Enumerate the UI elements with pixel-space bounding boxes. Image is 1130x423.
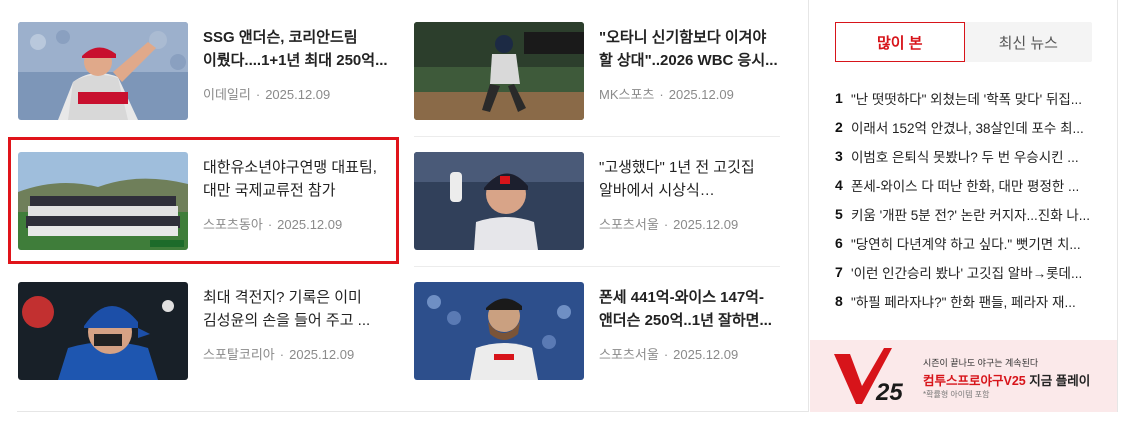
row-divider (414, 266, 780, 267)
news-card[interactable]: 대한유소년야구연맹 대표팀, 대만 국제교류전 참가 스포츠동아 · 2025.12… (18, 152, 384, 252)
rank-number: 2 (835, 118, 843, 135)
news-title[interactable]: SSG 앤더슨, 코리안드림 이뤘다....1+1년 최대 250억... (203, 26, 388, 72)
svg-text:25: 25 (875, 379, 903, 406)
news-source: MK스포츠 (599, 87, 655, 102)
news-meta: 이데일리 · 2025.12.09 (203, 84, 330, 103)
rank-headline[interactable]: "당연히 다년계약 하고 싶다." 뻣기면 치... (851, 233, 1097, 253)
ranking-item[interactable]: 1 "난 떳떳하다" 외쳤는데 '학폭 맞다' 뒤집... (835, 83, 1097, 112)
news-thumbnail[interactable] (18, 152, 188, 250)
separator-dot: · (279, 347, 285, 362)
separator-dot: · (659, 87, 664, 102)
rank-headline[interactable]: 키움 '개판 5분 전?' 논란 커지자...진화 나... (851, 204, 1097, 224)
ranking-item[interactable]: 6 "당연히 다년계약 하고 싶다." 뻣기면 치... (835, 228, 1097, 257)
news-date: 2025.12.09 (673, 217, 739, 232)
rank-number: 3 (835, 147, 843, 164)
rank-number: 4 (835, 176, 843, 193)
row-divider (414, 136, 780, 137)
ad-brand: 컴투스프로야구V25 (923, 374, 1026, 388)
ranking-item[interactable]: 5 키움 '개판 5분 전?' 논란 커지자...진화 나... (835, 199, 1097, 228)
news-date: 2025.12.09 (289, 347, 355, 362)
separator-dot: · (267, 217, 273, 232)
news-title[interactable]: "오타니 신기함보다 이겨야 할 상대"..2026 WBC 응시... (599, 26, 784, 72)
tab-most-viewed[interactable]: 많이 본 (835, 22, 965, 62)
news-title[interactable]: 폰세 441억-와이스 147억-앤더슨 250억..1년 잘하면... (599, 286, 784, 332)
news-source: 스포츠서울 (599, 347, 659, 362)
v25-logo: 25 (834, 348, 903, 406)
news-title[interactable]: 대한유소년야구연맹 대표팀, 대만 국제교류전 참가 (203, 156, 388, 202)
news-thumbnail[interactable] (414, 282, 584, 380)
news-thumbnail[interactable] (18, 22, 188, 120)
news-source: 스포츠서울 (599, 217, 659, 232)
game-ad-banner[interactable]: 25 시즌이 끝나도 야구는 계속된다 컴투스프로야구V25 지금 플레이 *확… (810, 340, 1117, 412)
news-card[interactable]: 폰세 441억-와이스 147억-앤더슨 250억..1년 잘하면... 스포츠… (414, 282, 780, 382)
news-meta: 스포탈코리아 · 2025.12.09 (203, 344, 354, 363)
ranking-item[interactable]: 3 이범호 은퇴식 못봤나? 두 번 우승시킨 ... (835, 141, 1097, 170)
ad-headline: 컴투스프로야구V25 지금 플레이 (923, 370, 1090, 389)
ranking-item[interactable]: 2 이래서 152억 안겼나, 38살인데 포수 최... (835, 112, 1097, 141)
news-meta: 스포츠서울 · 2025.12.09 (599, 214, 738, 233)
team-photo (18, 152, 188, 250)
news-title[interactable]: "고생했다" 1년 전 고깃집 알바에서 시상식 주인공으로... (599, 156, 784, 202)
rank-number: 7 (835, 263, 843, 280)
rank-number: 1 (835, 89, 843, 106)
news-source: 스포탈코리아 (203, 347, 275, 362)
batter-photo (18, 282, 188, 380)
news-card[interactable]: SSG 앤더슨, 코리안드림 이뤘다....1+1년 최대 250억... 이데… (18, 22, 388, 122)
news-source: 스포츠동아 (203, 217, 263, 232)
pitcher-photo (18, 22, 188, 120)
separator-dot: · (663, 217, 669, 232)
pitcher-photo (414, 282, 584, 380)
news-meta: 스포츠서울 · 2025.12.09 (599, 344, 738, 363)
rank-headline[interactable]: 폰세-와이스 다 떠난 한화, 대만 평정한 ... (851, 175, 1097, 195)
ranking-list: 1 "난 떳떳하다" 외쳤는데 '학폭 맞다' 뒤집... 2 이래서 152억 안… (835, 83, 1097, 315)
ranking-item[interactable]: 7 '이런 인간승리 봤나' 고깃집 알바→롯데... (835, 257, 1097, 286)
news-meta: 스포츠동아 · 2025.12.09 (203, 214, 342, 233)
news-thumbnail[interactable] (414, 22, 584, 120)
news-date: 2025.12.09 (673, 347, 739, 362)
news-card[interactable]: "오타니 신기함보다 이겨야 할 상대"..2026 WBC 응시... MK스… (414, 22, 780, 122)
rank-headline[interactable]: "난 떳떳하다" 외쳤는데 '학폭 맞다' 뒤집... (851, 88, 1097, 108)
separator-dot: · (255, 87, 261, 102)
ranking-item[interactable]: 4 폰세-와이스 다 떠난 한화, 대만 평정한 ... (835, 170, 1097, 199)
rank-headline[interactable]: "하필 페라자냐?" 한화 팬들, 페라자 재... (851, 291, 1097, 311)
rank-headline[interactable]: 이범호 은퇴식 못봤나? 두 번 우승시킨 ... (851, 146, 1097, 166)
news-thumbnail[interactable] (18, 282, 188, 380)
ranking-tabs: 많이 본 최신 뉴스 (835, 22, 1092, 62)
tab-latest-news[interactable]: 최신 뉴스 (965, 22, 1093, 62)
ad-tagline: 시즌이 끝나도 야구는 계속된다 (923, 358, 1039, 368)
rank-number: 8 (835, 292, 843, 309)
news-meta: MK스포츠 · 2025.12.09 (599, 84, 734, 103)
news-card[interactable]: "고생했다" 1년 전 고깃집 알바에서 시상식 주인공으로... 스포츠서울·… (414, 152, 780, 252)
ad-cta: 지금 플레이 (1025, 374, 1091, 388)
news-date: 2025.12.09 (265, 87, 331, 102)
ranking-item[interactable]: 8 "하필 페라자냐?" 한화 팬들, 페라자 재... (835, 286, 1097, 315)
ranking-sidebar: 많이 본 최신 뉴스 1 "난 떳떳하다" 외쳤는데 '학폭 맞다' 뒤집... … (808, 0, 1118, 412)
rank-headline[interactable]: 이래서 152억 안겼나, 38살인데 포수 최... (851, 117, 1097, 137)
news-date: 2025.12.09 (277, 217, 343, 232)
rank-number: 6 (835, 234, 843, 251)
rank-number: 5 (835, 205, 843, 222)
separator-dot: · (663, 347, 669, 362)
news-grid: SSG 앤더슨, 코리안드림 이뤘다....1+1년 최대 250억... 이데… (0, 0, 808, 423)
ad-disclaimer: *확률형 아이템 포함 (923, 390, 990, 399)
runner-photo (414, 22, 584, 120)
news-source: 이데일리 (203, 87, 251, 102)
news-date: 2025.12.09 (668, 87, 734, 102)
news-thumbnail[interactable] (414, 152, 584, 250)
news-card[interactable]: 최대 격전지? 기록은 이미 김성윤의 손을 들어 주고 ... 스포탈코리아 ·… (18, 282, 384, 382)
rank-headline[interactable]: '이런 인간승리 봤나' 고깃집 알바→롯데... (851, 262, 1097, 282)
player-photo (414, 152, 584, 250)
news-title[interactable]: 최대 격전지? 기록은 이미 김성윤의 손을 들어 주고 ... (203, 286, 388, 332)
